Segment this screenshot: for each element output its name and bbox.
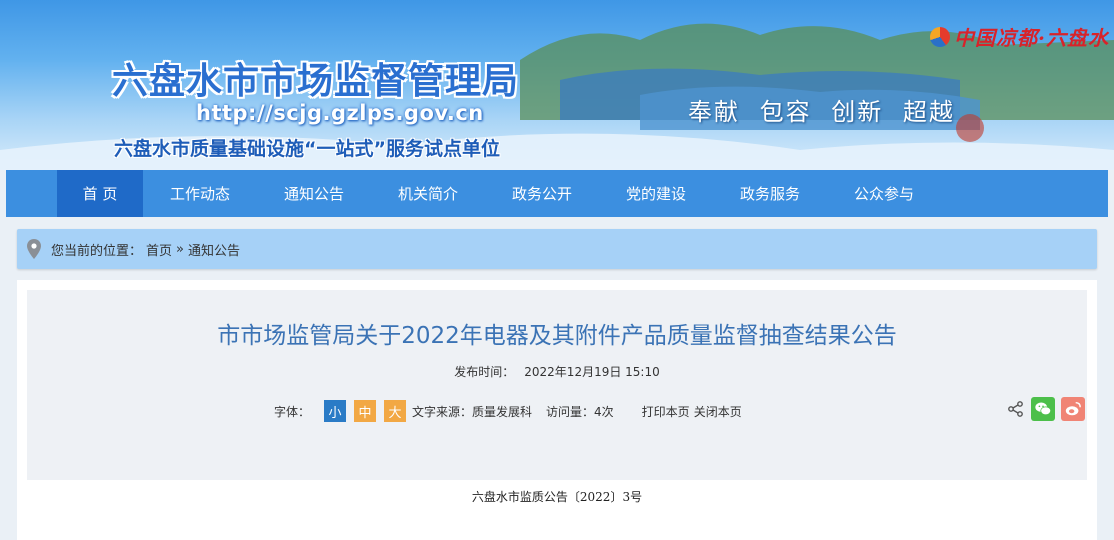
visit-count: 访问量：4次 [546, 404, 614, 419]
city-logo: 中国凉都·六盘水 [930, 22, 1109, 51]
nav-item-gov-affairs[interactable]: 政务公开 [485, 170, 599, 217]
font-size-label: 字体： [274, 404, 311, 419]
share-bar [1007, 397, 1085, 421]
nav-item-about[interactable]: 机关简介 [371, 170, 485, 217]
article-container: 市市场监管局关于2022年电器及其附件产品质量监督抽查结果公告 发布时间： 202… [17, 280, 1097, 540]
site-banner: 六盘水市市场监督管理局 http://scjg.gzlps.gov.cn 六盘水… [0, 0, 1114, 170]
site-slogan: 六盘水市质量基础设施“一站式”服务试点单位 [114, 138, 500, 160]
nav-item-work-news[interactable]: 工作动态 [143, 170, 257, 217]
publish-time: 发布时间： 2022年12月19日 15:10 [27, 363, 1087, 380]
font-small-button[interactable]: 小 [324, 400, 347, 422]
nav-item-services[interactable]: 政务服务 [713, 170, 827, 217]
logo-text: 中国凉都·六盘水 [954, 26, 1109, 50]
logo-mark-icon [930, 26, 950, 47]
nav-item-home[interactable]: 首 页 [57, 170, 143, 217]
site-motto: 奉献 包容 创新 超越 [688, 98, 955, 126]
nav-item-notices[interactable]: 通知公告 [257, 170, 371, 217]
breadcrumb-separator: » [176, 241, 184, 257]
article-source: 文字来源：质量发展科 [412, 404, 533, 419]
wechat-share-button[interactable] [1031, 397, 1055, 421]
nav-item-public[interactable]: 公众参与 [827, 170, 941, 217]
article-tools: 字体： 小 中 大 文字来源：质量发展科 访问量：4次 打印本页 关闭本页 [274, 400, 742, 422]
main-nav: 首 页 工作动态 通知公告 机关简介 政务公开 党的建设 政务服务 公众参与 [6, 170, 1108, 217]
breadcrumb-prefix: 您当前的位置： [51, 243, 143, 259]
publish-time-value: 2022年12月19日 15:10 [524, 365, 660, 379]
breadcrumb: 您当前的位置： 首页 » 通知公告 [17, 229, 1097, 269]
breadcrumb-home[interactable]: 首页 [146, 240, 172, 259]
document-number: 六盘水市监质公告〔2022〕3号 [471, 490, 643, 504]
article-title: 市市场监管局关于2022年电器及其附件产品质量监督抽查结果公告 [217, 323, 897, 349]
font-large-button[interactable]: 大 [384, 400, 407, 422]
print-link[interactable]: 打印本页 [642, 403, 690, 420]
share-icon[interactable] [1007, 400, 1025, 418]
weibo-icon [1065, 401, 1081, 416]
publish-time-label: 发布时间： [454, 365, 515, 379]
site-url: http://scjg.gzlps.gov.cn [196, 101, 484, 125]
breadcrumb-current[interactable]: 通知公告 [188, 240, 240, 259]
site-title: 六盘水市市场监督管理局 [112, 61, 520, 102]
nav-item-party[interactable]: 党的建设 [599, 170, 713, 217]
article-header: 市市场监管局关于2022年电器及其附件产品质量监督抽查结果公告 发布时间： 202… [27, 290, 1087, 480]
map-pin-icon [27, 239, 41, 259]
close-link[interactable]: 关闭本页 [694, 403, 742, 420]
weibo-share-button[interactable] [1061, 397, 1085, 421]
wechat-icon [1035, 402, 1052, 416]
font-medium-button[interactable]: 中 [354, 400, 377, 422]
